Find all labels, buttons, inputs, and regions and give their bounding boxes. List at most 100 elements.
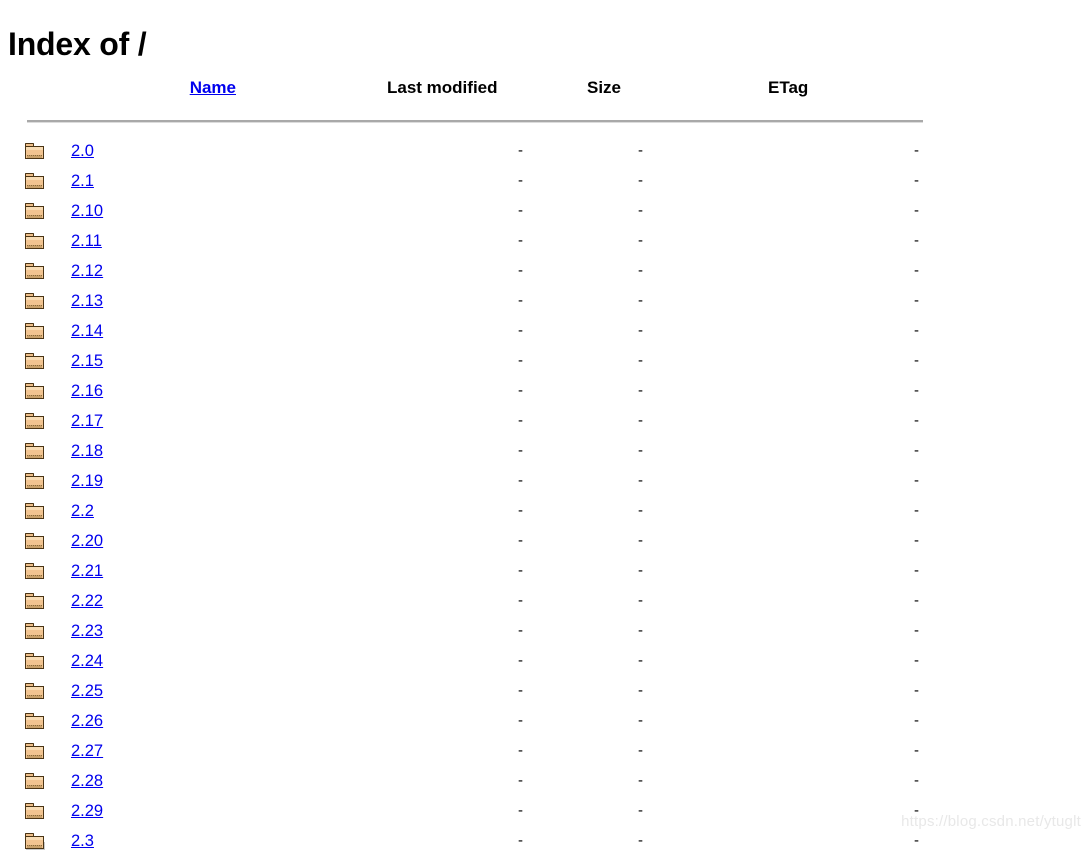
row-icon-cell <box>0 316 66 346</box>
directory-link[interactable]: 2.27 <box>71 742 103 760</box>
row-icon-cell <box>0 676 66 706</box>
table-row: 2.10 - - - <box>0 196 1089 226</box>
directory-link[interactable]: 2.1 <box>71 172 94 190</box>
directory-link[interactable]: 2.2 <box>71 502 94 520</box>
row-size-cell: - <box>638 442 643 459</box>
directory-link[interactable]: 2.21 <box>71 562 103 580</box>
row-trailing-spacer <box>921 406 1089 436</box>
row-last-modified-cell: - <box>518 322 523 339</box>
row-trailing-spacer <box>921 496 1089 526</box>
folder-icon <box>25 503 45 520</box>
row-name-cell: 2.24 <box>66 646 236 676</box>
column-header-last-modified: Last modified <box>387 78 498 97</box>
row-size-cell: - <box>638 712 643 729</box>
row-trailing-spacer <box>921 796 1089 826</box>
table-row: 2.26 - - - <box>0 706 1089 736</box>
table-row: 2.2 - - - <box>0 496 1089 526</box>
directory-link[interactable]: 2.28 <box>71 772 103 790</box>
row-icon-cell <box>0 586 66 616</box>
row-size-cell: - <box>638 682 643 699</box>
row-name-cell: 2.15 <box>66 346 236 376</box>
folder-icon <box>25 653 45 670</box>
directory-link[interactable]: 2.11 <box>71 232 102 250</box>
row-icon-cell <box>0 556 66 586</box>
row-last-modified-cell: - <box>518 262 523 279</box>
row-icon-cell <box>0 736 66 766</box>
directory-link[interactable]: 2.22 <box>71 592 103 610</box>
row-etag-cell: - <box>914 382 919 399</box>
directory-link[interactable]: 2.26 <box>71 712 103 730</box>
row-etag-cell: - <box>914 172 919 189</box>
row-etag-cell: - <box>914 652 919 669</box>
directory-link[interactable]: 2.15 <box>71 352 103 370</box>
table-row: 2.18 - - - <box>0 436 1089 466</box>
directory-link[interactable]: 2.10 <box>71 202 103 220</box>
directory-link[interactable]: 2.20 <box>71 532 103 550</box>
directory-link[interactable]: 2.14 <box>71 322 103 340</box>
row-name-cell: 2.10 <box>66 196 236 226</box>
row-name-cell: 2.2 <box>66 496 236 526</box>
folder-icon <box>25 443 45 460</box>
table-row: 2.17 - - - <box>0 406 1089 436</box>
row-etag-cell: - <box>914 352 919 369</box>
table-row: 2.21 - - - <box>0 556 1089 586</box>
row-icon-cell <box>0 706 66 736</box>
directory-link[interactable]: 2.23 <box>71 622 103 640</box>
table-row: 2.14 - - - <box>0 316 1089 346</box>
row-last-modified-cell: - <box>518 532 523 549</box>
folder-icon <box>25 173 45 190</box>
row-last-modified-cell: - <box>518 802 523 819</box>
directory-listing-table: Name Last modified Size ETag 2.0 - - - 2.1 - -… <box>0 72 1089 856</box>
row-icon-cell <box>0 646 66 676</box>
row-trailing-spacer <box>921 766 1089 796</box>
sort-by-name-link[interactable]: Name <box>190 78 236 97</box>
directory-link[interactable]: 2.17 <box>71 412 103 430</box>
row-trailing-spacer <box>921 616 1089 646</box>
row-last-modified-cell: - <box>518 562 523 579</box>
row-name-cell: 2.29 <box>66 796 236 826</box>
table-row: 2.22 - - - <box>0 586 1089 616</box>
row-size-cell: - <box>638 232 643 249</box>
row-size-cell: - <box>638 832 643 849</box>
folder-icon <box>25 203 45 220</box>
folder-icon <box>25 353 45 370</box>
directory-link[interactable]: 2.19 <box>71 472 103 490</box>
row-size-cell: - <box>638 262 643 279</box>
folder-icon <box>25 413 45 430</box>
row-etag-cell: - <box>914 472 919 489</box>
row-etag-cell: - <box>914 592 919 609</box>
directory-link[interactable]: 2.18 <box>71 442 103 460</box>
row-etag-cell: - <box>914 742 919 759</box>
row-name-cell: 2.11 <box>66 226 236 256</box>
directory-link[interactable]: 2.25 <box>71 682 103 700</box>
folder-icon <box>25 623 45 640</box>
row-name-cell: 2.28 <box>66 766 236 796</box>
row-size-cell: - <box>638 802 643 819</box>
row-size-cell: - <box>638 172 643 189</box>
row-name-cell: 2.16 <box>66 376 236 406</box>
directory-link[interactable]: 2.3 <box>71 832 94 850</box>
row-etag-cell: - <box>914 802 919 819</box>
folder-icon <box>25 803 45 820</box>
row-last-modified-cell: - <box>518 652 523 669</box>
row-name-cell: 2.12 <box>66 256 236 286</box>
row-size-cell: - <box>638 412 643 429</box>
directory-link[interactable]: 2.29 <box>71 802 103 820</box>
row-etag-cell: - <box>914 142 919 159</box>
folder-icon <box>25 713 45 730</box>
directory-link[interactable]: 2.16 <box>71 382 103 400</box>
directory-link[interactable]: 2.24 <box>71 652 103 670</box>
row-last-modified-cell: - <box>518 712 523 729</box>
table-row: 2.13 - - - <box>0 286 1089 316</box>
row-last-modified-cell: - <box>518 382 523 399</box>
directory-link[interactable]: 2.0 <box>71 142 94 160</box>
row-trailing-spacer <box>921 556 1089 586</box>
directory-link[interactable]: 2.12 <box>71 262 103 280</box>
column-header-etag: ETag <box>768 78 809 97</box>
table-body: 2.0 - - - 2.1 - - - 2.10 - - - 2.11 - - - 2.12 - - - 2.13 - - -… <box>0 136 1089 856</box>
row-last-modified-cell: - <box>518 682 523 699</box>
directory-link[interactable]: 2.13 <box>71 292 103 310</box>
table-row: 2.12 - - - <box>0 256 1089 286</box>
row-icon-cell <box>0 436 66 466</box>
folder-icon <box>25 473 45 490</box>
